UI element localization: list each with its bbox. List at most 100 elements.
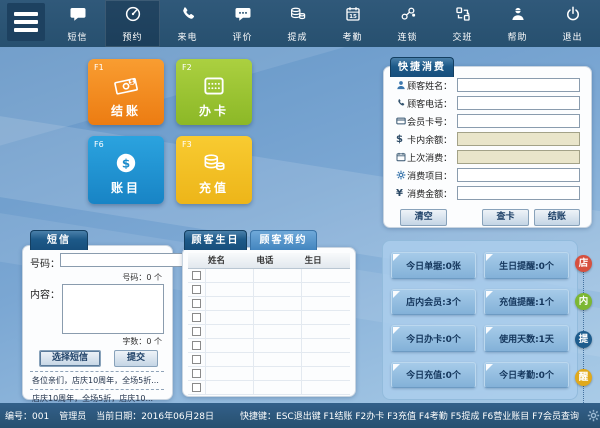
tile-recharge-f3[interactable]: F3 充值 xyxy=(176,136,252,204)
row-checkbox[interactable] xyxy=(191,298,201,308)
table-cell xyxy=(253,324,303,339)
quick-consume-buttons: 清空 查卡 结账 xyxy=(396,209,580,226)
field-customer-phone: 顾客电话： xyxy=(396,96,580,110)
stat-recharge-reminder[interactable]: 充值提醒:1个 xyxy=(484,288,569,315)
settings-gear-icon[interactable] xyxy=(587,409,600,422)
current-date: 当前日期：2016年06月28日 xyxy=(96,412,215,422)
table-cell xyxy=(205,296,254,311)
row-checkbox[interactable] xyxy=(191,368,201,378)
tile-accounts-f6[interactable]: F6 $ 账目 xyxy=(88,136,164,204)
stat-store-members[interactable]: 店内会员:3个 xyxy=(391,288,476,315)
table-cell xyxy=(301,352,350,367)
submit-sms-button[interactable]: 提交 xyxy=(114,350,158,367)
toolbar-item-chain[interactable]: 连锁 xyxy=(380,0,435,47)
stat-today-attendance[interactable]: 今日考勤:0个 xyxy=(484,361,569,388)
clear-button[interactable]: 清空 xyxy=(400,209,448,226)
desktop-area: F1 $ 结账 F2 办卡 F6 $ 账目 F3 充值 快捷消费 顾客姓名： 顾… xyxy=(0,47,600,403)
header-checkbox-column xyxy=(188,253,205,269)
toolbar-label: 帮助 xyxy=(507,32,528,43)
row-checkbox[interactable] xyxy=(191,382,201,392)
tile-fkey: F3 xyxy=(182,140,192,149)
customer-name-input[interactable] xyxy=(457,78,580,92)
toolbar-item-exit[interactable]: 退出 xyxy=(545,0,600,47)
stat-days-used[interactable]: 使用天数:1天 xyxy=(484,325,569,352)
table-cell xyxy=(301,338,350,353)
pos-app-window: 短信 预约 来电 评价 提成 15 考勤 连锁 交班 帮助 退出 F1 $ 结账… xyxy=(0,0,600,428)
svg-text:$: $ xyxy=(122,156,130,170)
row-checkbox[interactable] xyxy=(191,326,201,336)
table-cell xyxy=(301,296,350,311)
help-person-icon xyxy=(509,5,527,27)
table-cell xyxy=(253,282,303,297)
table-row xyxy=(188,310,350,325)
sms-template-item[interactable]: 店庆10周年，全场5折，店庆10... xyxy=(30,389,164,403)
table-row xyxy=(188,366,350,381)
calendar-icon xyxy=(396,152,407,162)
table-header-row: 姓名 电话 生日 xyxy=(188,253,350,269)
tile-fkey: F2 xyxy=(182,63,192,72)
sms-tab[interactable]: 短信 xyxy=(30,230,88,250)
tab-customer-appointment[interactable]: 顾客预约 xyxy=(250,230,317,250)
check-card-button[interactable]: 查卡 xyxy=(482,209,529,226)
tile-checkout-f1[interactable]: F1 $ 结账 xyxy=(88,59,164,125)
stat-today-receipts[interactable]: 今日单据:0张 xyxy=(391,252,476,279)
consume-item-input[interactable] xyxy=(457,168,580,182)
table-cell xyxy=(205,338,254,353)
toolbar-item-incoming-call[interactable]: 来电 xyxy=(160,0,215,47)
table-row xyxy=(188,352,350,367)
hamburger-menu-button[interactable] xyxy=(7,3,45,41)
table-cell xyxy=(301,310,350,325)
row-checkbox[interactable] xyxy=(191,354,201,364)
sms-template-item[interactable]: 各位亲们，店庆10周年，全场5折... xyxy=(30,371,164,389)
stat-today-cards[interactable]: 今日办卡:0个 xyxy=(391,325,476,352)
row-checkbox[interactable] xyxy=(191,312,201,322)
attendance-calendar-icon: 15 xyxy=(344,5,362,27)
row-checkbox[interactable] xyxy=(191,284,201,294)
sms-content-row: 内容： xyxy=(30,284,164,334)
quick-consume-tab[interactable]: 快捷消费 xyxy=(390,57,454,77)
customer-panel: 顾客生日 顾客预约 姓名 电话 生日 xyxy=(182,230,356,397)
field-label: 顾客姓名： xyxy=(407,81,453,92)
toolbar-label: 连锁 xyxy=(397,32,418,43)
field-label: 消费金额： xyxy=(407,189,453,200)
card-balance-field xyxy=(457,132,580,146)
phone-icon xyxy=(396,98,407,108)
shortcut-keys: 快捷键：ESC退出键 F1结账 F2办卡 F3充值 F4考勤 F5提成 F6营业… xyxy=(240,412,580,422)
choose-sms-button[interactable]: 选择短信 xyxy=(39,350,101,367)
review-icon xyxy=(234,5,252,27)
table-cell xyxy=(253,296,303,311)
toolbar-item-attendance[interactable]: 15 考勤 xyxy=(325,0,380,47)
table-cell xyxy=(253,310,303,325)
tile-make-card-f2[interactable]: F2 办卡 xyxy=(176,59,252,125)
last-consume-field xyxy=(457,150,580,164)
field-member-card: 会员卡号： xyxy=(396,114,580,128)
badge-inside: 内 xyxy=(575,293,592,310)
row-checkbox[interactable] xyxy=(191,270,201,280)
checkout-button[interactable]: 结账 xyxy=(533,209,580,226)
stat-birthday-reminder[interactable]: 生日提醒:0个 xyxy=(484,252,569,279)
header-phone: 电话 xyxy=(253,253,302,269)
sms-number-input[interactable] xyxy=(60,253,183,267)
toolbar-item-commission[interactable]: 提成 xyxy=(270,0,325,47)
table-cell xyxy=(205,282,254,297)
table-cell xyxy=(188,324,206,339)
operator-role: 管理员 xyxy=(59,412,87,422)
field-label: 卡内余额： xyxy=(407,135,453,146)
power-icon xyxy=(564,5,582,27)
toolbar-item-help[interactable]: 帮助 xyxy=(490,0,545,47)
field-label: 消费项目： xyxy=(407,171,453,182)
tab-customer-birthday[interactable]: 顾客生日 xyxy=(184,230,247,250)
toolbar-item-appointment[interactable]: 预约 xyxy=(105,0,160,47)
row-checkbox[interactable] xyxy=(191,340,201,350)
consume-amount-input[interactable] xyxy=(457,186,580,200)
stat-today-recharge[interactable]: 今日充值:0个 xyxy=(391,361,476,388)
customer-phone-input[interactable] xyxy=(457,96,580,110)
incoming-call-icon xyxy=(179,5,197,27)
toolbar-item-shift[interactable]: 交班 xyxy=(435,0,490,47)
toolbar-label: 短信 xyxy=(67,32,88,43)
toolbar-item-sms[interactable]: 短信 xyxy=(50,0,105,47)
member-card-input[interactable] xyxy=(457,114,580,128)
toolbar-item-review[interactable]: 评价 xyxy=(215,0,270,47)
sms-content-textarea[interactable] xyxy=(62,284,164,334)
table-cell xyxy=(188,310,206,325)
